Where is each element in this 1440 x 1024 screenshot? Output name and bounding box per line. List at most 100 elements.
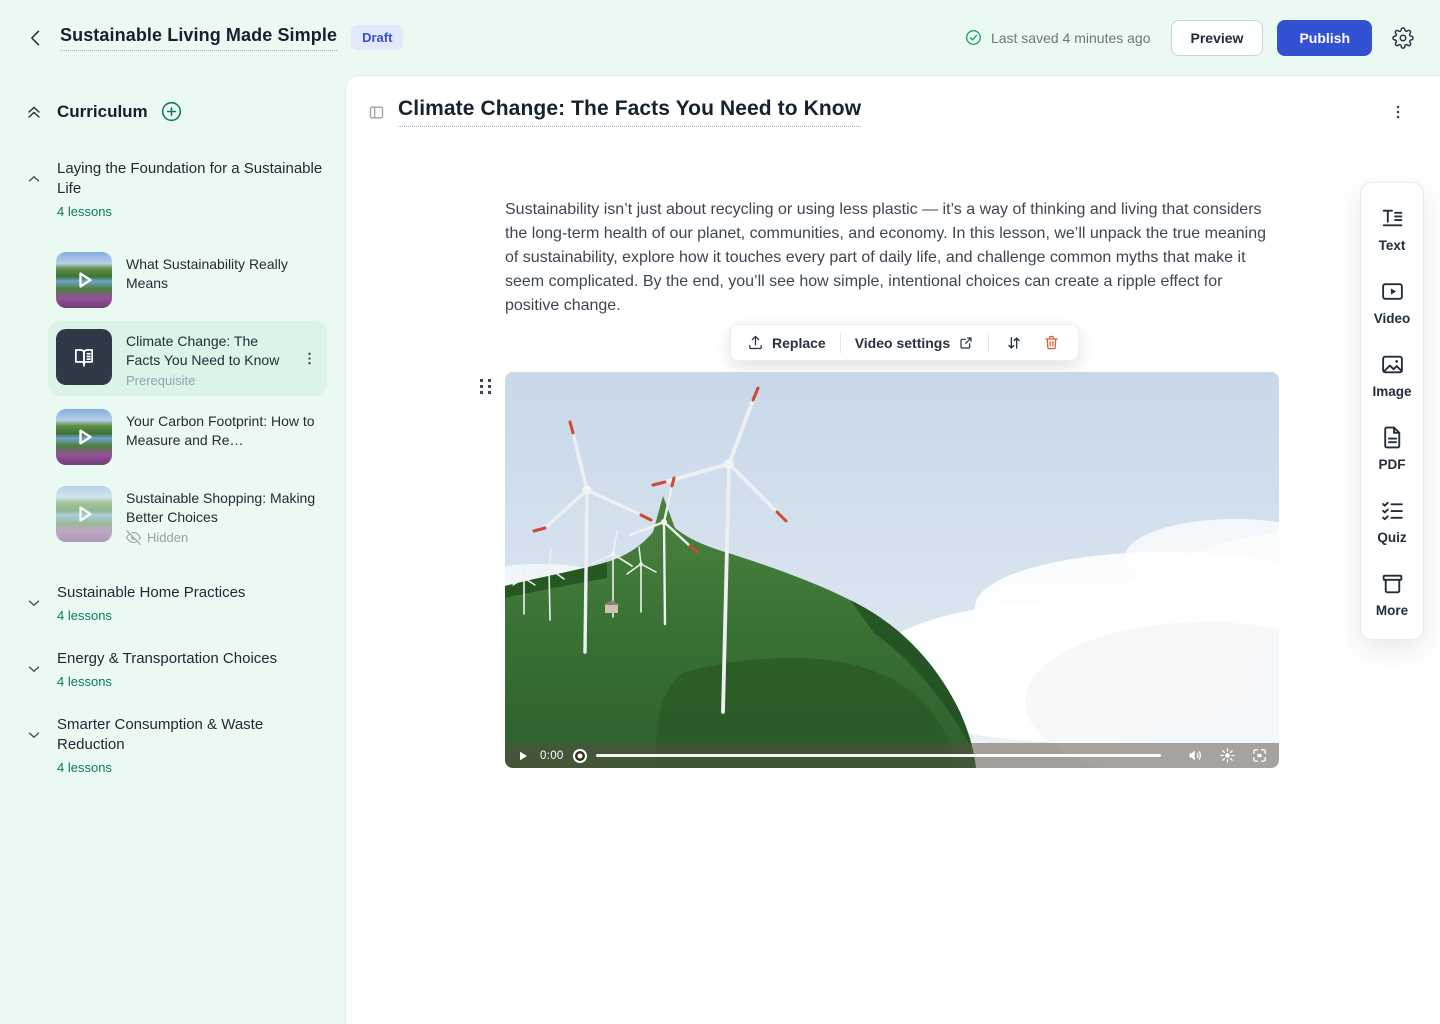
curriculum-section: Laying the Foundation for a Sustainable … (24, 159, 331, 219)
quiz-icon (1380, 498, 1405, 523)
chevron-down-icon (25, 726, 43, 744)
play-icon (56, 252, 112, 308)
kebab-menu-icon (302, 351, 317, 366)
toggle-sidebar-button[interactable] (364, 100, 389, 125)
video-settings-button[interactable]: Video settings (853, 331, 976, 355)
lesson-page-title[interactable]: Climate Change: The Facts You Need to Kn… (398, 97, 861, 127)
video-control-bar: 0:00 (505, 743, 1279, 768)
video-current-time: 0:00 (540, 750, 564, 762)
lesson-body-text[interactable]: Sustainability isn’t just about recyclin… (505, 198, 1271, 318)
collapse-all-button[interactable] (24, 102, 44, 122)
gear-icon (1392, 27, 1414, 49)
expand-section-button[interactable] (24, 649, 44, 689)
lesson-item-hidden[interactable]: Sustainable Shopping: Making Better Choi… (48, 478, 327, 553)
curriculum-section: Sustainable Home Practices 4 lessons (24, 583, 331, 623)
seek-track[interactable] (596, 754, 1161, 757)
palette-item-label: Quiz (1377, 530, 1406, 545)
lesson-editor-panel: Climate Change: The Facts You Need to Kn… (345, 75, 1440, 1024)
plus-circle-icon (160, 100, 183, 123)
lesson-video-thumbnail (56, 252, 112, 308)
move-block-button[interactable] (1001, 330, 1027, 356)
insert-block-palette: Text Video Image PDF Quiz (1360, 182, 1424, 640)
insert-quiz-button[interactable]: Quiz (1361, 485, 1423, 558)
drag-handle[interactable] (478, 377, 492, 396)
lesson-options-button[interactable] (1386, 100, 1410, 124)
collapse-section-button[interactable] (24, 159, 44, 199)
panel-toggle-icon (368, 104, 385, 121)
back-button[interactable] (22, 24, 50, 52)
lesson-title: What Sustainability Really Means (126, 255, 319, 293)
video-block-toolbar: Replace Video settings (730, 324, 1079, 361)
lesson-menu-button[interactable] (300, 349, 319, 368)
play-icon (56, 486, 112, 542)
save-status: Last saved 4 minutes ago (964, 28, 1151, 47)
insert-pdf-button[interactable]: PDF (1361, 412, 1423, 485)
play-button[interactable] (515, 748, 531, 764)
palette-item-label: Image (1372, 384, 1411, 399)
lesson-item-selected[interactable]: Climate Change: The Facts You Need to Kn… (48, 321, 327, 396)
section-title[interactable]: Energy & Transportation Choices (57, 649, 331, 669)
up-down-arrows-icon (1005, 334, 1023, 352)
seek-knob[interactable] (573, 749, 587, 763)
palette-item-label: More (1376, 603, 1408, 618)
add-curriculum-button[interactable] (160, 100, 183, 123)
chevron-down-icon (25, 594, 43, 612)
reading-lesson-tile (56, 329, 112, 385)
lesson-hidden-label: Hidden (147, 530, 188, 545)
insert-image-button[interactable]: Image (1361, 339, 1423, 412)
section-title[interactable]: Sustainable Home Practices (57, 583, 331, 603)
save-status-text: Last saved 4 minutes ago (991, 30, 1151, 46)
text-icon (1380, 206, 1405, 231)
sun-settings-icon (1219, 747, 1236, 764)
chevron-left-icon (26, 28, 46, 48)
lesson-title: Climate Change: The Facts You Need to Kn… (126, 332, 286, 370)
chevron-up-icon (25, 170, 43, 188)
video-player[interactable]: 0:00 (505, 372, 1279, 768)
curriculum-title: Curriculum (57, 102, 148, 122)
insert-video-button[interactable]: Video (1361, 266, 1423, 339)
eye-off-icon (126, 530, 141, 545)
app-header: Sustainable Living Made Simple Draft Las… (0, 0, 1440, 75)
replace-video-button[interactable]: Replace (745, 330, 828, 355)
section-title[interactable]: Smarter Consumption & Waste Reduction (57, 715, 331, 755)
lesson-item-video[interactable]: What Sustainability Really Means (48, 244, 327, 316)
preview-button[interactable]: Preview (1171, 20, 1264, 56)
lesson-header: Climate Change: The Facts You Need to Kn… (346, 76, 1440, 148)
kebab-menu-icon (1390, 104, 1406, 120)
course-title[interactable]: Sustainable Living Made Simple (60, 25, 337, 51)
curriculum-header: Curriculum (24, 100, 331, 123)
toolbar-divider (988, 333, 989, 353)
replace-label: Replace (772, 335, 826, 351)
publish-button[interactable]: Publish (1277, 20, 1372, 56)
insert-text-button[interactable]: Text (1361, 193, 1423, 266)
settings-button[interactable] (1388, 23, 1418, 53)
video-icon (1380, 279, 1405, 304)
lesson-item-video[interactable]: Your Carbon Footprint: How to Measure an… (48, 401, 327, 473)
expand-section-button[interactable] (24, 715, 44, 755)
status-badge: Draft (351, 25, 403, 50)
external-link-icon (958, 335, 974, 351)
book-open-icon (71, 344, 97, 370)
trash-icon (1043, 334, 1060, 351)
lesson-prerequisite-badge: Prerequisite (126, 373, 286, 388)
play-icon (517, 750, 529, 762)
section-lesson-count: 4 lessons (57, 674, 331, 689)
curriculum-section: Smarter Consumption & Waste Reduction 4 … (24, 715, 331, 775)
section-lesson-count: 4 lessons (57, 760, 331, 775)
palette-item-label: Text (1379, 238, 1406, 253)
volume-button[interactable] (1186, 746, 1205, 765)
lesson-title: Your Carbon Footprint: How to Measure an… (126, 412, 319, 450)
palette-item-label: Video (1374, 311, 1411, 326)
player-settings-button[interactable] (1218, 746, 1237, 765)
insert-more-button[interactable]: More (1361, 558, 1423, 631)
delete-block-button[interactable] (1039, 330, 1064, 355)
more-blocks-icon (1380, 571, 1405, 596)
image-icon (1380, 352, 1405, 377)
curriculum-sidebar: Curriculum Laying the Foundation for a S… (0, 75, 345, 1024)
video-block: 0:00 (505, 372, 1279, 768)
section-title[interactable]: Laying the Foundation for a Sustainable … (57, 159, 331, 199)
lesson-video-thumbnail (56, 486, 112, 542)
fullscreen-button[interactable] (1250, 746, 1269, 765)
expand-section-button[interactable] (24, 583, 44, 623)
video-poster-windfarm (505, 372, 1279, 768)
